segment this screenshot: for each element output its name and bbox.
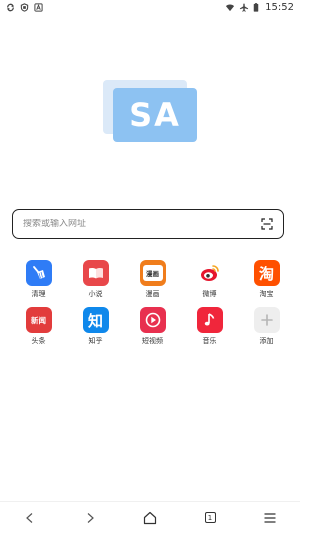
- shortcut-label: 清理: [31, 290, 46, 298]
- shortcut-grid: 清理 小说 漫画 漫画 微博 淘 淘宝 新闻 头条 知 知乎 短视频 音乐 添加: [10, 260, 295, 346]
- plus-icon: [253, 307, 280, 333]
- video-play-icon: [139, 307, 166, 333]
- shortcut-short-video[interactable]: 短视频: [124, 307, 181, 346]
- music-note-icon: [196, 307, 223, 333]
- status-left-icons: [0, 2, 43, 12]
- status-bar: 15:52: [0, 0, 300, 14]
- shortcut-add[interactable]: 添加: [238, 307, 295, 346]
- shortcut-taobao[interactable]: 淘 淘宝: [238, 260, 295, 299]
- broom-icon: [25, 260, 52, 286]
- shortcut-label: 小说: [88, 290, 103, 298]
- shortcut-comic[interactable]: 漫画 漫画: [124, 260, 181, 299]
- shortcut-zhihu[interactable]: 知 知乎: [67, 307, 124, 346]
- taobao-icon: 淘: [253, 260, 280, 286]
- shortcut-label: 头条: [31, 337, 46, 345]
- status-time: 15:52: [265, 1, 294, 13]
- back-icon: [26, 512, 33, 523]
- search-bar[interactable]: [12, 209, 284, 239]
- search-input[interactable]: [23, 219, 243, 229]
- scan-icon[interactable]: [261, 218, 273, 230]
- logo-text: SA: [129, 96, 181, 134]
- home-button[interactable]: [135, 503, 165, 533]
- comic-icon-badge: 漫画: [142, 265, 163, 281]
- shortcut-weibo[interactable]: 微博: [181, 260, 238, 299]
- menu-button[interactable]: [255, 503, 285, 533]
- battery-icon: [253, 2, 259, 12]
- tabs-icon: 1: [204, 512, 216, 523]
- book-icon: [82, 260, 109, 286]
- airplane-icon: [240, 2, 249, 12]
- shortcut-label: 音乐: [202, 337, 217, 345]
- news-icon: 新闻: [25, 307, 52, 333]
- news-icon-text: 新闻: [31, 315, 46, 325]
- shortcut-news[interactable]: 新闻 头条: [10, 307, 67, 346]
- zhihu-icon: 知: [82, 307, 109, 333]
- tabs-button[interactable]: 1: [195, 503, 225, 533]
- weibo-icon: [196, 260, 223, 286]
- taobao-icon-text: 淘: [258, 264, 274, 283]
- sync-icon: [7, 3, 14, 11]
- shortcut-label: 知乎: [88, 337, 103, 345]
- back-button[interactable]: [15, 503, 45, 533]
- forward-icon: [87, 512, 94, 523]
- home-icon: [143, 511, 157, 524]
- shortcut-label: 添加: [259, 337, 274, 345]
- shortcut-label: 微博: [202, 290, 217, 298]
- shortcut-label: 漫画: [145, 290, 160, 298]
- shortcut-clean[interactable]: 清理: [10, 260, 67, 299]
- menu-icon: [264, 512, 276, 523]
- app-logo: SA: [103, 80, 197, 142]
- comic-icon: 漫画: [139, 260, 166, 286]
- forward-button[interactable]: [75, 503, 105, 533]
- wifi-icon: [226, 4, 235, 11]
- zhihu-icon-text: 知: [87, 311, 103, 330]
- shortcut-label: 短视频: [142, 337, 163, 345]
- shield-icon: [20, 2, 29, 12]
- logo-front-card: SA: [113, 88, 197, 142]
- comic-icon-text: 漫画: [146, 270, 159, 278]
- shortcut-music[interactable]: 音乐: [181, 307, 238, 346]
- bottom-nav: 1: [0, 501, 300, 533]
- shortcut-novel[interactable]: 小说: [67, 260, 124, 299]
- status-right-icons: 15:52: [225, 2, 300, 13]
- app-a-icon: [34, 2, 43, 12]
- shortcut-label: 淘宝: [259, 290, 274, 298]
